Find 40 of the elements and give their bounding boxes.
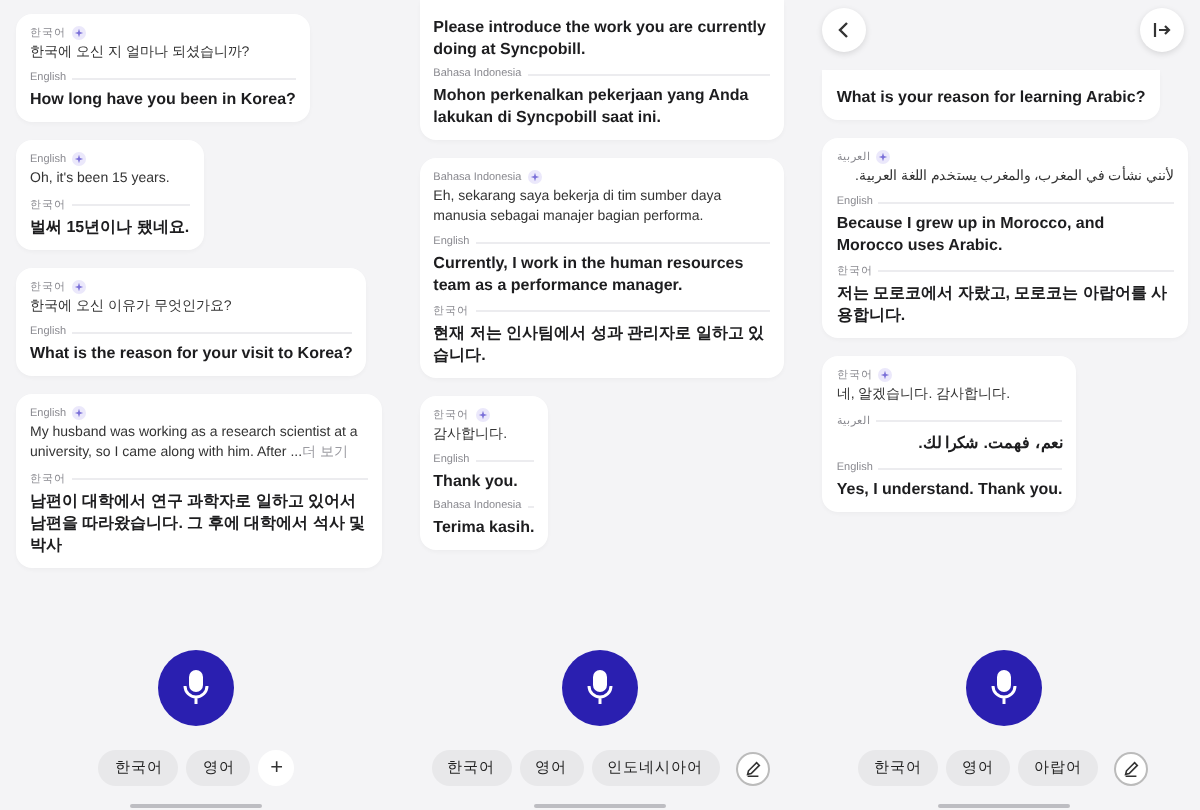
pencil-icon <box>743 759 761 777</box>
translation-text: How long have you been in Korea? <box>30 88 296 110</box>
translation-text: Currently, I work in the human resources team as a performance manager. <box>433 252 746 296</box>
translation-text: Mohon perkenalkan pekerjaan yang Anda lakukan di Syncpobill saat ini. <box>433 84 751 128</box>
translation-text: Terima kasih. <box>433 516 535 538</box>
translation-text: What is the reason for your visit to Korea? <box>30 342 353 364</box>
translation-text: Yes, I understand. Thank you. <box>836 478 1063 500</box>
microphone-icon <box>987 668 1020 708</box>
sparkle-icon <box>72 280 86 294</box>
home-indicator <box>130 804 263 808</box>
sparkle-icon <box>876 150 891 164</box>
translation-text: What is your reason for learning Arabic? <box>836 86 1146 108</box>
microphone-icon <box>584 668 616 708</box>
exit-button[interactable] <box>1140 8 1185 52</box>
sparkle-icon <box>72 406 87 420</box>
pencil-icon <box>1122 759 1141 777</box>
exit-icon <box>1152 20 1173 40</box>
translation-text: 남편이 대학에서 연구 과학자로 일하고 있어서 남편을 따라왔습니다. 그 후에 대학에서 석사 및 박사 <box>30 490 368 556</box>
edit-button[interactable] <box>735 751 769 785</box>
sparkle-icon <box>72 152 87 166</box>
sparkle-icon <box>527 170 542 184</box>
microphone-icon <box>180 668 213 708</box>
microphone-button[interactable] <box>158 650 235 726</box>
translation-text: Please introduce the work you are currently doing at Syncpobill. <box>433 16 768 60</box>
add-button[interactable]: + <box>258 750 295 786</box>
home-indicator <box>937 804 1070 808</box>
sparkle-icon <box>72 26 86 40</box>
sparkle-icon <box>878 368 893 382</box>
translation-text: 현재 저는 인사팀에서 성과 관리자로 일하고 있습니다. <box>433 322 767 366</box>
translation-text: Thank you. <box>433 470 520 492</box>
translation-text: Because I grew up in Morocco, and Morocco uses Arabic. <box>836 212 1107 256</box>
translation-text: نعم، فهمت. شكرا لك. <box>916 432 1063 454</box>
microphone-button[interactable] <box>562 650 638 726</box>
microphone-button[interactable] <box>965 650 1042 726</box>
sparkle-icon <box>475 408 490 422</box>
translation-text: 저는 모로코에서 자랐고, 모로코는 아랍어를 사용합니다. <box>836 282 1170 326</box>
home-indicator <box>534 804 666 808</box>
translation-text: 벌써 15년이나 됐네요. <box>30 216 190 238</box>
edit-button[interactable] <box>1114 751 1149 785</box>
back-button[interactable] <box>822 8 867 52</box>
